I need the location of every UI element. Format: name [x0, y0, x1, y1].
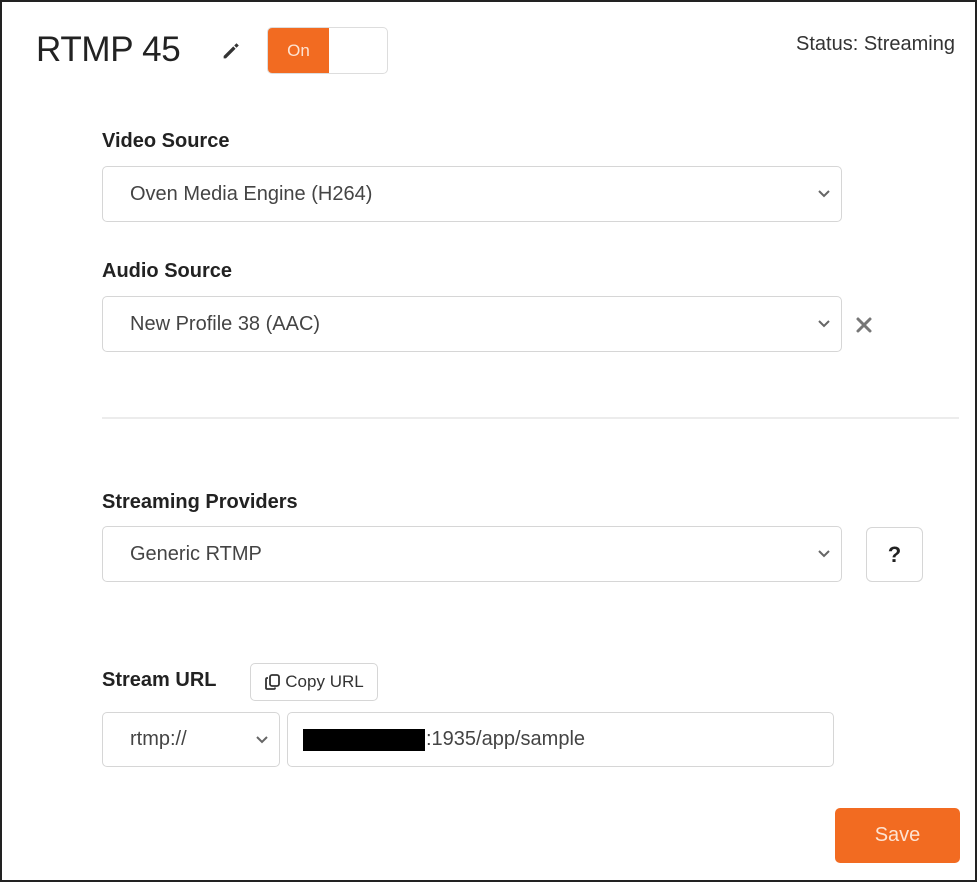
section-divider	[102, 417, 959, 419]
edit-pencil-icon[interactable]	[220, 40, 242, 62]
status-text: Status: Streaming	[796, 33, 955, 55]
audio-source-value: New Profile 38 (AAC)	[130, 312, 321, 335]
enable-toggle[interactable]: On	[267, 27, 388, 74]
chevron-down-icon	[818, 320, 830, 328]
audio-source-label: Audio Source	[102, 260, 233, 282]
streaming-provider-value: Generic RTMP	[130, 542, 262, 565]
toggle-on-label: On	[268, 28, 329, 73]
copy-url-label: Copy URL	[285, 672, 364, 691]
video-source-label: Video Source	[102, 130, 230, 152]
streaming-providers-label: Streaming Providers	[102, 491, 298, 513]
chevron-down-icon	[256, 735, 268, 743]
redacted-host	[303, 728, 425, 751]
protocol-select[interactable]: rtmp://	[102, 712, 280, 767]
stream-url-suffix: :1935/app/sample	[426, 728, 586, 750]
clear-audio-source-icon[interactable]	[854, 315, 874, 335]
audio-source-select[interactable]: New Profile 38 (AAC)	[102, 296, 842, 352]
video-source-select[interactable]: Oven Media Engine (H264)	[102, 166, 842, 222]
stream-url-input[interactable]: :1935/app/sample	[287, 712, 834, 767]
save-button[interactable]: Save	[835, 808, 960, 863]
help-button[interactable]: ?	[866, 527, 923, 582]
copy-icon	[265, 674, 281, 690]
chevron-down-icon	[818, 190, 830, 198]
copy-url-button[interactable]: Copy URL	[250, 663, 378, 701]
protocol-value: rtmp://	[130, 728, 187, 750]
stream-settings-panel: RTMP 45 On Status: Streaming Video Sourc…	[0, 0, 977, 882]
page-title: RTMP 45	[36, 30, 181, 69]
video-source-value: Oven Media Engine (H264)	[130, 182, 373, 205]
chevron-down-icon	[818, 550, 830, 558]
stream-url-label: Stream URL	[102, 669, 217, 691]
streaming-providers-select[interactable]: Generic RTMP	[102, 526, 842, 582]
